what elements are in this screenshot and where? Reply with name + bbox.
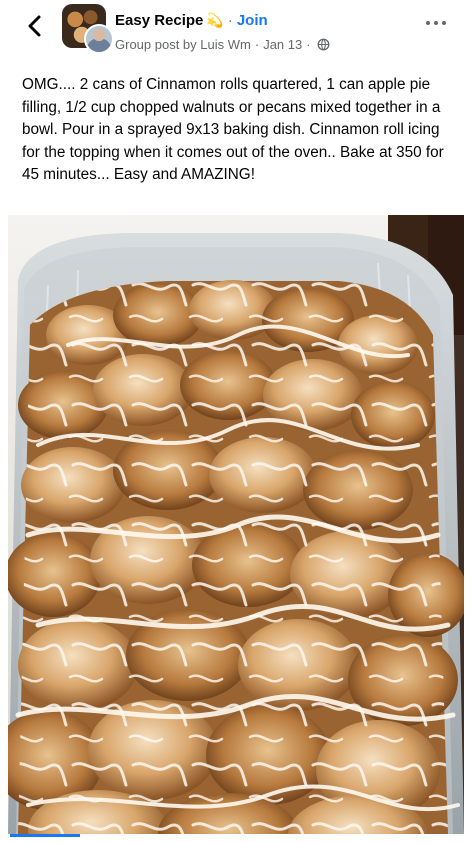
post-meta-prefix: Group post by bbox=[115, 37, 197, 52]
post-body-text: OMG.... 2 cans of Cinnamon rolls quarter… bbox=[22, 76, 444, 183]
title-separator: · bbox=[227, 12, 233, 29]
post-meta: Group post by Luis Wm · Jan 13 · bbox=[115, 37, 330, 52]
group-name[interactable]: Easy Recipe bbox=[115, 12, 203, 29]
back-button[interactable] bbox=[22, 12, 50, 40]
group-emoji: 💫 bbox=[206, 12, 224, 28]
post-date[interactable]: Jan 13 bbox=[263, 37, 302, 52]
group-avatar[interactable] bbox=[62, 4, 114, 54]
more-dot bbox=[434, 21, 438, 25]
more-horizontal-icon bbox=[426, 21, 430, 25]
globe-icon bbox=[317, 38, 330, 51]
post-photo[interactable] bbox=[8, 215, 464, 834]
post-title-row: Easy Recipe 💫 · Join bbox=[115, 12, 268, 29]
chevron-left-icon bbox=[28, 15, 41, 37]
cinnamon-roll-bake-image bbox=[8, 215, 464, 834]
scroll-indicator bbox=[10, 834, 80, 837]
more-dot bbox=[442, 21, 446, 25]
meta-separator-2: · bbox=[306, 37, 311, 52]
author-name[interactable]: Luis Wm bbox=[200, 37, 251, 52]
post-header: Easy Recipe 💫 · Join Group post by Luis Wm ·… bbox=[0, 0, 473, 62]
join-button[interactable]: Join bbox=[237, 12, 268, 29]
meta-separator-1: · bbox=[254, 37, 260, 52]
author-avatar[interactable] bbox=[84, 24, 114, 54]
more-options-button[interactable] bbox=[422, 14, 452, 32]
